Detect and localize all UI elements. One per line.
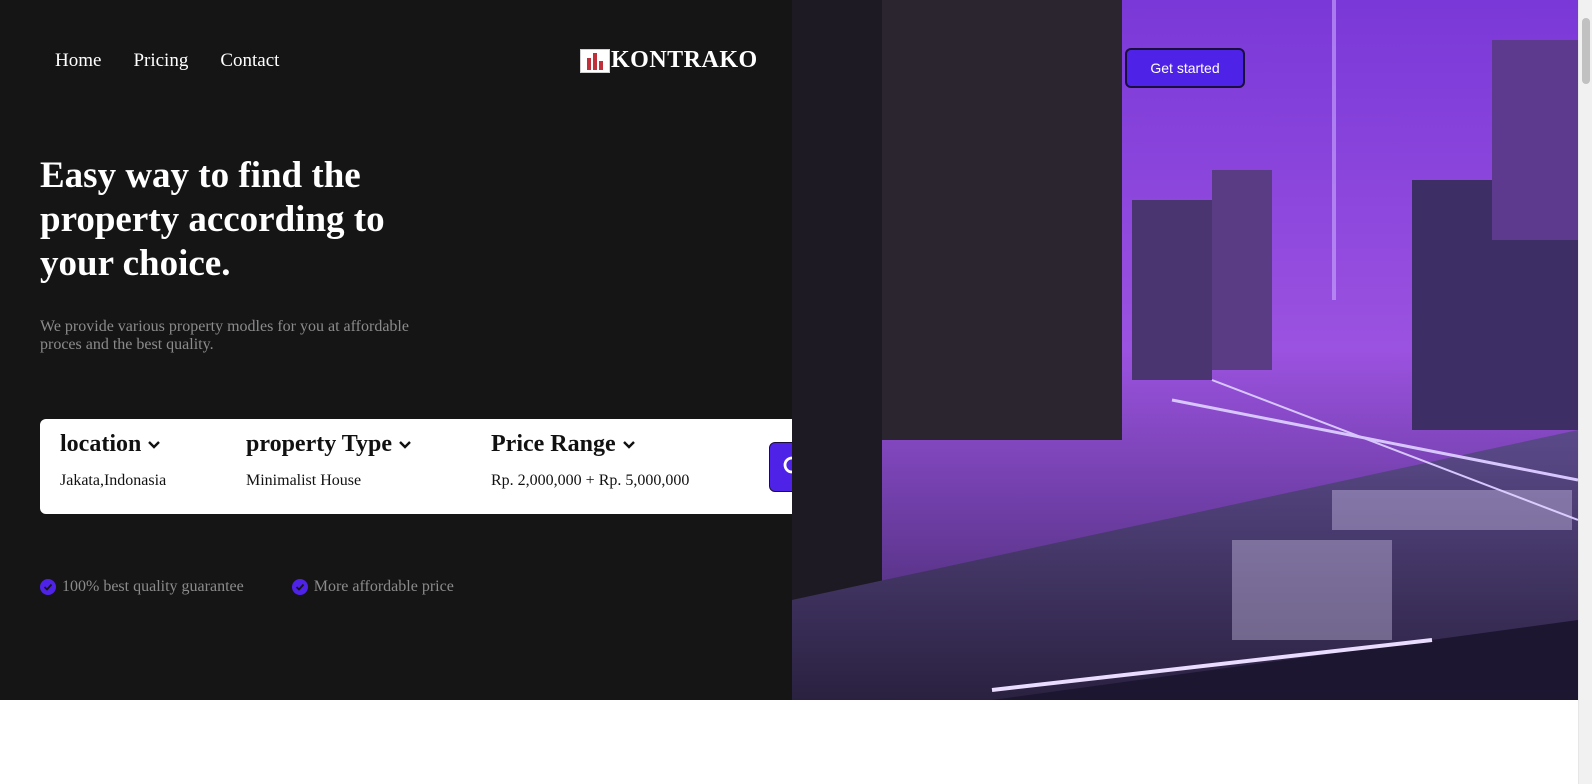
hero-headline: Easy way to find the property according … <box>40 155 385 284</box>
chevron-down-icon <box>399 440 411 449</box>
building-logo-icon <box>580 48 610 73</box>
city-hero-image <box>792 0 1578 700</box>
price-range-dropdown[interactable]: Price Range <box>491 431 689 458</box>
scrollbar-thumb[interactable] <box>1582 18 1590 84</box>
landing-page: Home Pricing Contact KONTRAKO Easy way t… <box>0 0 1592 784</box>
city-illustration <box>792 0 1578 700</box>
hero-subtitle: We provide various property modles for y… <box>40 318 409 353</box>
location-filter[interactable]: location Jakata,Indonasia <box>60 431 166 490</box>
below-fold-section <box>0 700 1578 784</box>
chevron-down-icon <box>622 440 635 449</box>
chevron-down-icon <box>148 440 161 449</box>
brand[interactable]: KONTRAKO <box>580 47 758 74</box>
location-dropdown[interactable]: location <box>60 431 166 458</box>
nav-link-contact[interactable]: Contact <box>220 50 279 72</box>
nav-link-home[interactable]: Home <box>55 50 101 72</box>
page-scrollbar[interactable] <box>1578 0 1592 784</box>
feature-item: More affordable price <box>291 578 454 596</box>
check-circle-icon <box>40 579 56 595</box>
feature-item: 100% best quality guarantee <box>40 578 244 596</box>
property-type-label: property Type <box>246 431 393 457</box>
price-range-value: Rp. 2,000,000 + Rp. 5,000,000 <box>491 472 690 489</box>
feature-label: More affordable price <box>313 578 454 595</box>
price-range-filter[interactable]: Price Range Rp. 2,000,000 + Rp. 5,000,00… <box>491 431 689 490</box>
feature-list: 100% best quality guarantee More afforda… <box>40 578 502 596</box>
location-value: Jakata,Indonasia <box>60 472 167 489</box>
brand-name: KONTRAKO <box>611 47 758 73</box>
property-type-value: Minimalist House <box>246 472 362 489</box>
hero-section: Home Pricing Contact KONTRAKO Easy way t… <box>0 0 840 700</box>
property-type-filter[interactable]: property Type Minimalist House <box>246 431 412 490</box>
property-search-card: location Jakata,Indonasia property Type … <box>40 419 840 514</box>
property-type-dropdown[interactable]: property Type <box>246 431 412 458</box>
feature-label: 100% best quality guarantee <box>62 578 244 595</box>
price-range-label: Price Range <box>491 431 616 457</box>
nav-link-pricing[interactable]: Pricing <box>133 50 188 72</box>
get-started-button[interactable]: Get started <box>1125 48 1245 88</box>
check-circle-icon <box>291 579 308 595</box>
main-nav: Home Pricing Contact <box>55 50 311 72</box>
location-label: location <box>60 431 142 457</box>
